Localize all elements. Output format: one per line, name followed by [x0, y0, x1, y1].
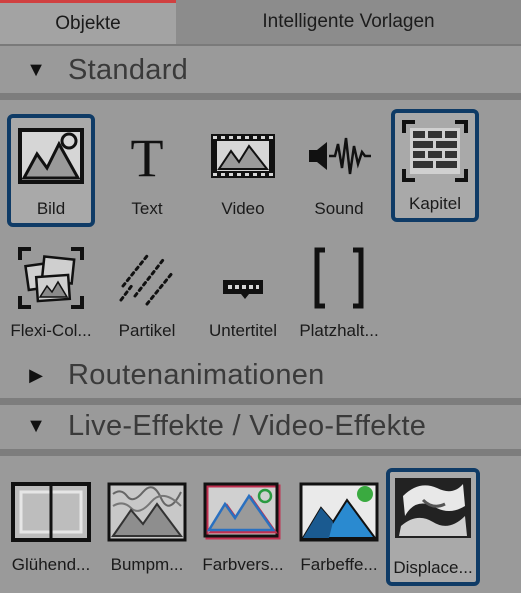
svg-text:T: T [131, 128, 164, 188]
particles-icon [119, 254, 175, 306]
item-displace[interactable]: Displace... [386, 468, 480, 586]
section-title-live-effekte: Live-Effekte / Video-Effekte [68, 409, 427, 442]
item-bumpmap[interactable]: Bumpm... [103, 470, 191, 583]
section-divider [0, 449, 521, 456]
item-video[interactable]: Video [199, 114, 287, 227]
section-divider [0, 93, 521, 100]
item-label: Farbeffe... [300, 555, 378, 574]
section-routenanimationen-header[interactable]: ▶ Routenanimationen [0, 352, 521, 398]
item-label: Glühend... [11, 555, 91, 574]
item-label: Flexi-Col... [10, 321, 92, 340]
item-label: Displace... [393, 558, 473, 577]
item-label: Partikel [118, 321, 176, 340]
collapsed-triangle-icon[interactable]: ▶ [18, 365, 54, 386]
item-label: Text [131, 199, 163, 218]
image-icon [18, 128, 84, 184]
glow-icon [11, 482, 91, 542]
flexi-collage-icon [18, 247, 84, 309]
item-partikel[interactable]: Partikel [103, 236, 191, 349]
item-farbeffekt[interactable]: Farbeffe... [295, 470, 383, 583]
item-text[interactable]: T Text [103, 114, 191, 227]
item-sound[interactable]: Sound [295, 114, 383, 227]
item-bild[interactable]: Bild [7, 114, 95, 227]
item-untertitel[interactable]: Untertitel [199, 236, 287, 349]
item-label: Bumpm... [110, 555, 184, 574]
section-standard-header[interactable]: ▼ Standard [0, 47, 521, 93]
section-title-routenanimationen: Routenanimationen [68, 358, 325, 391]
item-label: Farbvers... [202, 555, 284, 574]
sound-icon [309, 137, 371, 175]
item-platzhalter[interactable]: Platzhalt... [295, 236, 383, 349]
placeholder-icon [314, 247, 364, 309]
bumpmap-icon [107, 482, 187, 542]
section-title-standard: Standard [68, 53, 189, 86]
section-live-effekte-header[interactable]: ▼ Live-Effekte / Video-Effekte [0, 403, 521, 449]
item-label: Video [221, 199, 265, 218]
tab-intelligente-vorlagen[interactable]: Intelligente Vorlagen [176, 0, 521, 44]
item-flexi-collage[interactable]: Flexi-Col... [3, 236, 99, 349]
item-farbverschiebung[interactable]: Farbvers... [199, 470, 287, 583]
film-icon [211, 134, 275, 178]
expanded-triangle-icon[interactable]: ▼ [18, 59, 54, 82]
displace-icon [395, 478, 471, 538]
color-effect-icon [299, 482, 379, 542]
tab-divider [0, 44, 521, 46]
chapter-icon [402, 120, 468, 182]
color-shift-icon [203, 482, 281, 540]
text-icon: T [131, 128, 164, 188]
item-kapitel[interactable]: Kapitel [391, 109, 479, 222]
tab-bar: Objekte Intelligente Vorlagen [0, 0, 521, 44]
item-label: Kapitel [409, 194, 461, 213]
item-label: Sound [314, 199, 364, 218]
item-label: Bild [36, 199, 66, 218]
expanded-triangle-icon[interactable]: ▼ [18, 415, 54, 438]
item-gluehend[interactable]: Glühend... [3, 470, 99, 583]
item-label: Untertitel [208, 321, 278, 340]
subtitle-icon [223, 280, 263, 299]
item-label: Platzhalt... [299, 321, 379, 340]
tab-objekte[interactable]: Objekte [0, 0, 176, 44]
